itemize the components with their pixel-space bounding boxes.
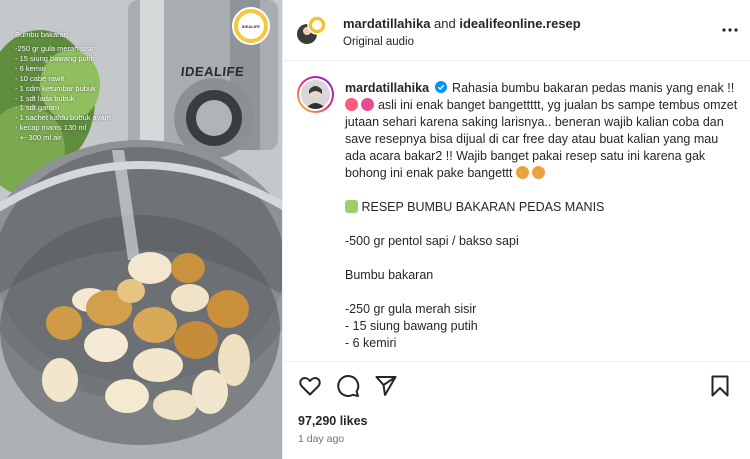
overlay-item: - kecap manis 130 ml xyxy=(15,123,87,133)
pepper-emoji-icon xyxy=(345,200,358,213)
header-username-2[interactable]: idealifeonline.resep xyxy=(459,16,580,31)
post-header: mardatillahika and idealifeonline.resep … xyxy=(283,0,750,61)
post-timestamp[interactable]: 1 day ago xyxy=(298,433,344,445)
heart-eyes-emoji-icon xyxy=(345,98,358,111)
user-avatar-icon xyxy=(301,80,330,109)
verified-badge-icon xyxy=(434,81,447,93)
overlay-item: - 6 kemiri xyxy=(15,63,46,73)
likes-count[interactable]: 97,290 likes xyxy=(298,414,368,428)
caption-username[interactable]: mardatillahika xyxy=(345,81,429,95)
crying-emoji-icon-2 xyxy=(532,166,546,179)
more-options-icon[interactable] xyxy=(720,20,740,40)
caption-line1: Rahasia bumbu bakaran pedas manis yang e… xyxy=(452,81,735,95)
overlay-item: - 1 sdt lada bubuk xyxy=(15,93,75,103)
idealife-logo: IDEALIFE xyxy=(232,7,270,45)
caption-text: mardatillahika Rahasia bumbu bakaran ped… xyxy=(345,80,741,352)
caption-avatar[interactable] xyxy=(297,76,334,113)
recipe-bumbu-title: Bumbu bakaran xyxy=(345,268,434,282)
recipe-item-1: -250 gr gula merah sisir xyxy=(345,302,477,316)
header-joiner: and xyxy=(430,16,460,31)
header-usernames: mardatillahika and idealifeonline.resep xyxy=(343,16,581,31)
heart-icon[interactable] xyxy=(298,374,322,398)
overlay-item: -250 gr gula merah sisir xyxy=(15,44,94,53)
crying-emoji-icon xyxy=(515,166,529,179)
recipe-item-2: - 15 siung bawang putih xyxy=(345,319,478,333)
comment-icon[interactable] xyxy=(336,374,360,398)
overlay-item: - 1 sachet kaldu bubuk ayam xyxy=(15,113,111,123)
instagram-post: Bumbu bakaran -250 gr gula merah sisir -… xyxy=(0,0,750,459)
post-details-panel: mardatillahika and idealifeonline.resep … xyxy=(282,0,750,459)
audio-label[interactable]: Original audio xyxy=(343,36,414,48)
overlay-item: - 1 sdm ketumbar bubuk xyxy=(15,83,96,93)
blender-brand-label: IDEALIFE xyxy=(180,64,246,79)
post-media-video[interactable]: Bumbu bakaran -250 gr gula merah sisir -… xyxy=(0,0,282,459)
recipe-title: RESEP BUMBU BAKARAN PEDAS MANIS xyxy=(361,200,605,214)
overlay-ingredient-list: -250 gr gula merah sisir - 15 siung bawa… xyxy=(15,44,135,143)
caption-section: mardatillahika Rahasia bumbu bakaran ped… xyxy=(283,61,750,361)
overlay-recipe-title: Bumbu bakaran xyxy=(15,30,68,39)
action-bar: 97,290 likes 1 day ago xyxy=(283,361,750,459)
exploding-head-emoji-icon xyxy=(361,98,375,111)
collab-avatar[interactable] xyxy=(297,16,325,44)
bookmark-icon[interactable] xyxy=(708,374,732,398)
share-icon[interactable] xyxy=(374,374,398,398)
recipe-pentol: -500 gr pentol sapi / bakso sapi xyxy=(345,234,519,248)
overlay-item: - 1 sdt garam xyxy=(15,103,60,113)
overlay-item: - 10 cabe rawit xyxy=(15,73,65,83)
recipe-item-3: - 6 kemiri xyxy=(345,336,397,350)
overlay-item: - +- 300 ml air xyxy=(15,133,62,143)
header-username-1[interactable]: mardatillahika xyxy=(343,16,430,31)
overlay-item: - 15 siung bawang putih xyxy=(15,53,95,63)
